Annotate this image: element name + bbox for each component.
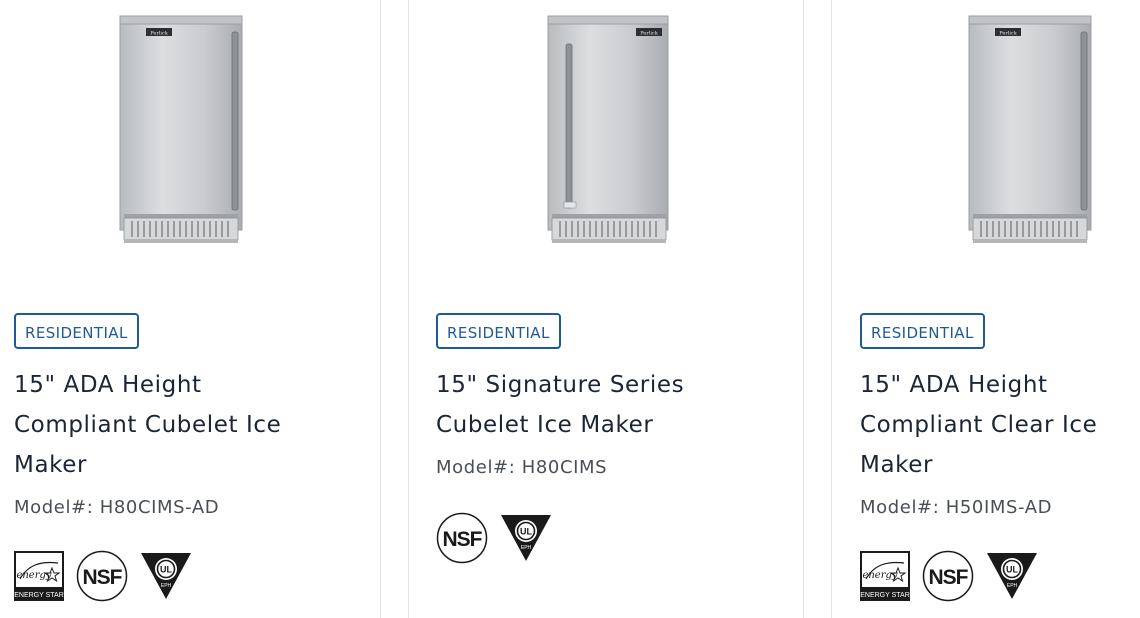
ul-eph-logo: UL EPH [141,553,191,599]
certification-logos: energy ENERGY STAR NSF UL EPH [14,550,204,602]
svg-text:NSF: NSF [929,566,969,589]
product-title-line: Compliant Clear Ice [860,412,1098,438]
svg-text:UL: UL [160,565,172,575]
energy-star-logo: energy ENERGY STAR [14,551,64,601]
product-title[interactable]: 15" ADA Height Compliant Clear Ice Maker [860,365,1140,485]
svg-text:NSF: NSF [443,528,483,551]
ul-eph-logo: UL EPH [987,553,1037,599]
ice-maker-image[interactable]: Perlick [965,14,1095,246]
svg-text:UL: UL [520,527,532,537]
nsf-logo: NSF [436,512,488,564]
certification-logos: NSF UL EPH [436,512,564,564]
product-title-line: 15" ADA Height [860,372,1048,398]
product-title-line: Maker [860,452,934,478]
svg-text:EPH: EPH [521,545,532,551]
product-title-line: 15" Signature Series [436,372,685,398]
residential-badge: RESIDENTIAL [860,313,985,349]
ice-maker-image[interactable]: Perlick [542,14,672,246]
model-number: Model#: H80CIMS-AD [14,497,220,518]
product-title-line: Cubelet Ice Maker [436,412,654,438]
svg-text:ENERGY STAR: ENERGY STAR [14,592,64,599]
nsf-logo: NSF [76,550,128,602]
model-number: Model#: H80CIMS [436,457,608,478]
ul-eph-logo: UL EPH [501,515,551,561]
ice-maker-image[interactable]: Perlick [118,14,248,246]
residential-badge: RESIDENTIAL [436,313,561,349]
product-card[interactable]: Perlick RESIDENTIAL 15" ADA Height Compl… [0,0,381,618]
svg-text:energy: energy [16,570,51,581]
product-title-line: Maker [14,452,88,478]
nsf-logo: NSF [922,550,974,602]
product-card[interactable]: Perlick RESIDENTIAL 15" Signature Series… [408,0,804,618]
product-title[interactable]: 15" Signature Series Cubelet Ice Maker [436,365,766,445]
brand-plate-label: Perlick [999,31,1017,37]
product-title-line: 15" ADA Height [14,372,202,398]
brand-plate-label: Perlick [640,31,658,37]
product-title[interactable]: 15" ADA Height Compliant Cubelet Ice Mak… [14,365,344,485]
svg-text:NSF: NSF [83,566,123,589]
residential-badge: RESIDENTIAL [14,313,139,349]
svg-text:EPH: EPH [1007,583,1018,589]
certification-logos: energy ENERGY STAR NSF UL EPH [860,550,1050,602]
model-number: Model#: H50IMS-AD [860,497,1053,518]
brand-plate-label: Perlick [150,31,168,37]
product-grid: Perlick RESIDENTIAL 15" ADA Height Compl… [0,0,1140,618]
product-title-line: Compliant Cubelet Ice [14,412,282,438]
product-card[interactable]: Perlick RESIDENTIAL 15" ADA Height Compl… [831,0,1140,618]
svg-text:UL: UL [1006,565,1018,575]
energy-star-logo: energy ENERGY STAR [860,551,910,601]
svg-text:EPH: EPH [161,583,172,589]
svg-text:ENERGY STAR: ENERGY STAR [860,592,910,599]
svg-text:energy: energy [862,570,897,581]
